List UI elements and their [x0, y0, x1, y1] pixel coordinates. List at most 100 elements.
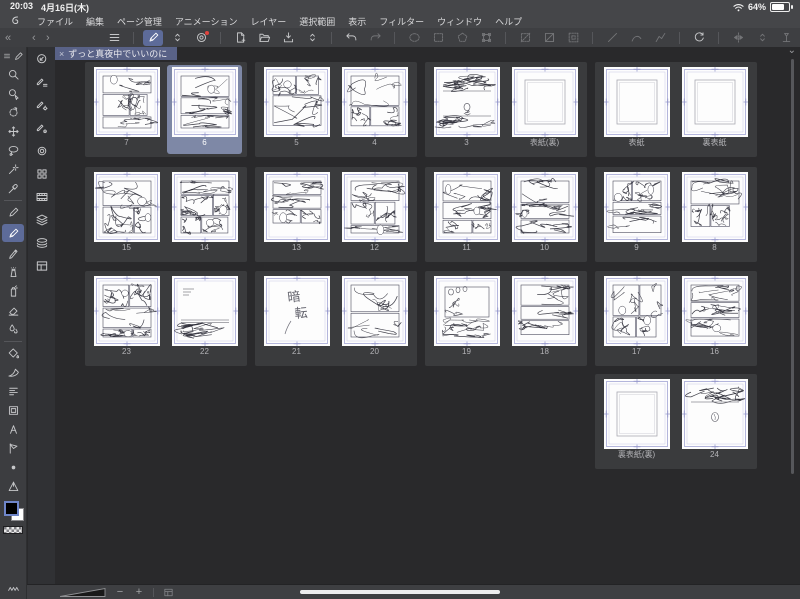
- page-thumbnail-20[interactable]: 20: [337, 274, 412, 363]
- blend-tool[interactable]: [2, 322, 24, 337]
- marker-tool[interactable]: [2, 224, 24, 242]
- zoom-in-button[interactable]: +: [134, 587, 144, 598]
- page-thumbnail-8[interactable]: 8: [677, 170, 752, 259]
- tool-palette-header[interactable]: [3, 49, 24, 63]
- page-thumbnail-7[interactable]: 7: [89, 65, 164, 154]
- redo-button[interactable]: [365, 30, 385, 46]
- page-manager-palette[interactable]: [31, 258, 53, 273]
- fill-tool[interactable]: [2, 346, 24, 361]
- navigator-icon[interactable]: [163, 587, 174, 598]
- material-palette[interactable]: [31, 166, 53, 181]
- pencil-tool[interactable]: [2, 246, 24, 261]
- deselect-button[interactable]: [515, 30, 535, 46]
- eraser-tool[interactable]: [2, 303, 24, 318]
- page-thumbnail-6[interactable]: 6: [167, 65, 242, 154]
- page-thumbnail-3[interactable]: 3: [429, 65, 504, 154]
- history-back-button[interactable]: ‹: [32, 28, 36, 47]
- layer-property-palette[interactable]: [31, 235, 53, 250]
- zoom-slider[interactable]: [60, 587, 106, 598]
- page-thumbnail-24[interactable]: 24: [677, 377, 752, 466]
- page-thumbnail-10[interactable]: 10: [507, 170, 582, 259]
- document-tab[interactable]: × ずっと真夜中でいいのに: [55, 47, 178, 60]
- page-thumbnail-18[interactable]: 18: [507, 274, 582, 363]
- horizontal-scrollbar[interactable]: [300, 590, 500, 594]
- zoom-tool[interactable]: [2, 67, 24, 82]
- subtool-pen-opacity[interactable]: [31, 120, 53, 135]
- page-thumbnail-表紙(裏)[interactable]: 表紙(裏): [507, 65, 582, 154]
- zoom-out-button[interactable]: −: [115, 587, 125, 598]
- page-thumbnail-13[interactable]: 13: [259, 170, 334, 259]
- move-tool[interactable]: [2, 124, 24, 139]
- flip-options-button[interactable]: [752, 30, 772, 46]
- main-color-swatch[interactable]: [4, 501, 19, 516]
- save-export-button[interactable]: [278, 30, 298, 46]
- page-thumbnail-4[interactable]: 4: [337, 65, 412, 154]
- hatch-tool[interactable]: [2, 384, 24, 399]
- select-rect-button[interactable]: [428, 30, 448, 46]
- subtool-pen-settings[interactable]: [31, 97, 53, 112]
- menu-item-window[interactable]: ウィンドウ: [437, 15, 482, 28]
- history-forward-button[interactable]: ›: [46, 28, 50, 47]
- auto-select-tool[interactable]: [2, 162, 24, 177]
- edit-mode-button[interactable]: [143, 29, 163, 46]
- page-thumbnail-17[interactable]: 17: [599, 274, 674, 363]
- page-thumbnail-裏表紙[interactable]: 裏表紙: [677, 65, 752, 154]
- sync-settings-button[interactable]: [191, 30, 211, 46]
- undo-button[interactable]: [341, 30, 361, 46]
- color-swatches[interactable]: [2, 500, 24, 522]
- lasso-tool[interactable]: [2, 143, 24, 158]
- page-thumbnail-15[interactable]: 15: [89, 170, 164, 259]
- close-tab-icon[interactable]: ×: [59, 49, 64, 59]
- transform-button[interactable]: [476, 30, 496, 46]
- menu-item-page-management[interactable]: ページ管理: [117, 15, 162, 28]
- transparent-color-swatch[interactable]: [3, 526, 23, 534]
- tool-switcher-button[interactable]: [167, 30, 187, 46]
- line-polyline-button[interactable]: [650, 30, 670, 46]
- eyedropper-tool[interactable]: [2, 181, 24, 196]
- subtool-draft-pen[interactable]: [31, 74, 53, 89]
- page-thumbnail-14[interactable]: 14: [167, 170, 242, 259]
- main-menu-button[interactable]: [104, 30, 124, 46]
- menu-item-layer[interactable]: レイヤー: [251, 15, 287, 28]
- balloon-tool[interactable]: [2, 441, 24, 456]
- page-thumbnail-16[interactable]: 16: [677, 274, 752, 363]
- page-thumbnail-19[interactable]: 19: [429, 274, 504, 363]
- page-thumbnail-12[interactable]: 12: [337, 170, 412, 259]
- expand-selection-button[interactable]: [563, 30, 583, 46]
- onion-skin-button[interactable]: [776, 30, 796, 46]
- page-thumbnail-21[interactable]: 暗転 21: [259, 274, 334, 363]
- collapse-left-button[interactable]: «: [5, 28, 11, 47]
- object-select-tool[interactable]: [2, 86, 24, 101]
- collapse-toolbar-icon[interactable]: ⌄: [788, 45, 796, 56]
- menu-item-edit[interactable]: 編集: [86, 15, 104, 28]
- brush-size-palette[interactable]: [31, 143, 53, 158]
- page-thumbnail-表紙[interactable]: 表紙: [599, 65, 674, 154]
- page-thumbnail-22[interactable]: 22: [167, 274, 242, 363]
- page-thumbnail-11[interactable]: 11: [429, 170, 504, 259]
- page-thumbnail-9[interactable]: 9: [599, 170, 674, 259]
- new-canvas-button[interactable]: [230, 30, 250, 46]
- layer-palette[interactable]: [31, 212, 53, 227]
- decoration-tool[interactable]: [2, 284, 24, 299]
- airbrush-tool[interactable]: [2, 265, 24, 280]
- timeline-palette[interactable]: [31, 189, 53, 204]
- text-tool[interactable]: [2, 422, 24, 437]
- flip-horizontal-button[interactable]: [728, 30, 748, 46]
- frame-border-tool[interactable]: [2, 403, 24, 418]
- page-thumbnail-裏表紙(裏)[interactable]: 裏表紙(裏): [599, 377, 674, 466]
- menu-item-file[interactable]: ファイル: [37, 15, 73, 28]
- gradient-tool[interactable]: [2, 365, 24, 380]
- select-polygon-button[interactable]: [452, 30, 472, 46]
- save-options-button[interactable]: [302, 30, 322, 46]
- select-ellipse-button[interactable]: [404, 30, 424, 46]
- snap-rotate-button[interactable]: [689, 30, 709, 46]
- liquify-tool-icon[interactable]: [7, 582, 20, 595]
- menu-item-selection[interactable]: 選択範囲: [299, 15, 335, 28]
- vertical-scrollbar[interactable]: [791, 59, 794, 474]
- page-thumbnail-23[interactable]: 23: [89, 274, 164, 363]
- pen-tool[interactable]: [2, 205, 24, 220]
- menu-item-help[interactable]: ヘルプ: [495, 15, 522, 28]
- menu-item-filter[interactable]: フィルター: [379, 15, 424, 28]
- figure-tool[interactable]: [2, 460, 24, 475]
- rotate-canvas-tool[interactable]: [2, 105, 24, 120]
